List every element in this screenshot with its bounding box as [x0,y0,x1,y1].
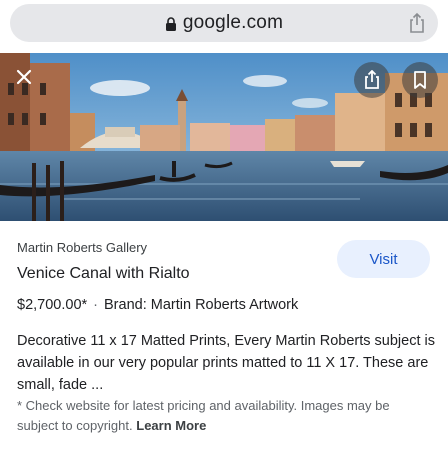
bookmark-button[interactable] [402,62,438,98]
lock-icon [165,16,176,31]
product-description: Decorative 11 x 17 Matted Prints, Every … [17,333,435,393]
source-name[interactable]: Martin Roberts Gallery [17,240,147,255]
disclaimer: * Check website for latest pricing and a… [17,396,427,436]
brand: Brand: Martin Roberts Artwork [104,297,299,313]
url-text: google.com [182,12,284,33]
product-title[interactable]: Venice Canal with Rialto [17,265,190,283]
product-meta: $2,700.00* · Brand: Martin Roberts Artwo… [17,297,298,313]
share-icon [365,70,379,89]
share-icon[interactable] [406,12,428,34]
bookmark-icon [414,71,426,89]
price: $2,700.00* [17,297,88,313]
separator: · [93,297,98,313]
share-button[interactable] [354,62,390,98]
address-bar[interactable]: google.com [10,4,438,42]
product-image[interactable] [0,53,448,221]
learn-more-link[interactable]: Learn More [136,418,206,433]
close-icon [16,69,32,85]
visit-button[interactable]: Visit [337,240,430,278]
close-button[interactable] [10,63,38,91]
